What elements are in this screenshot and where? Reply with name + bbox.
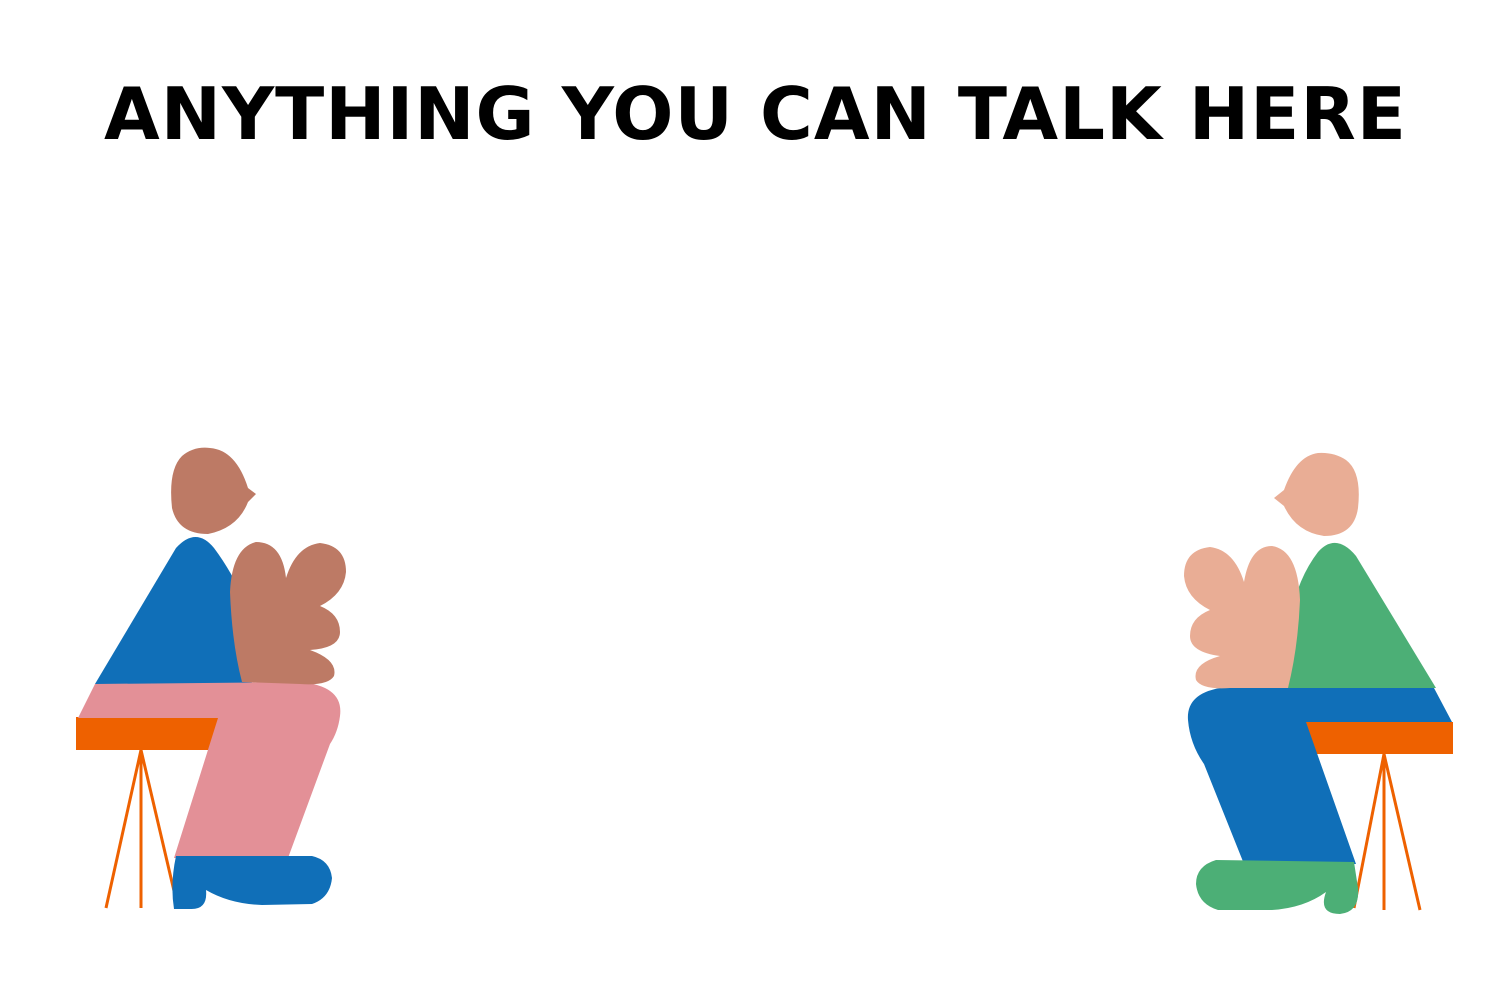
right-person-hands [1184,546,1300,689]
left-person-hands [230,542,346,685]
left-stool-leg [104,749,143,909]
conversation-illustration [76,447,1453,914]
left-person-shoe [172,856,332,910]
right-stool-leg [1382,753,1422,911]
left-person-pants [78,682,341,858]
left-person-shirt [95,537,252,684]
right-person-shoe [1196,860,1359,914]
left-person-head [171,447,256,534]
right-person-shirt [1284,542,1436,688]
left-person [78,447,346,910]
right-person [1184,452,1452,914]
right-stool-seat [1303,722,1453,754]
left-stool-leg [139,749,180,909]
right-stool-leg [1352,753,1386,909]
right-person-pants [1187,688,1452,864]
right-person-head [1274,452,1359,536]
